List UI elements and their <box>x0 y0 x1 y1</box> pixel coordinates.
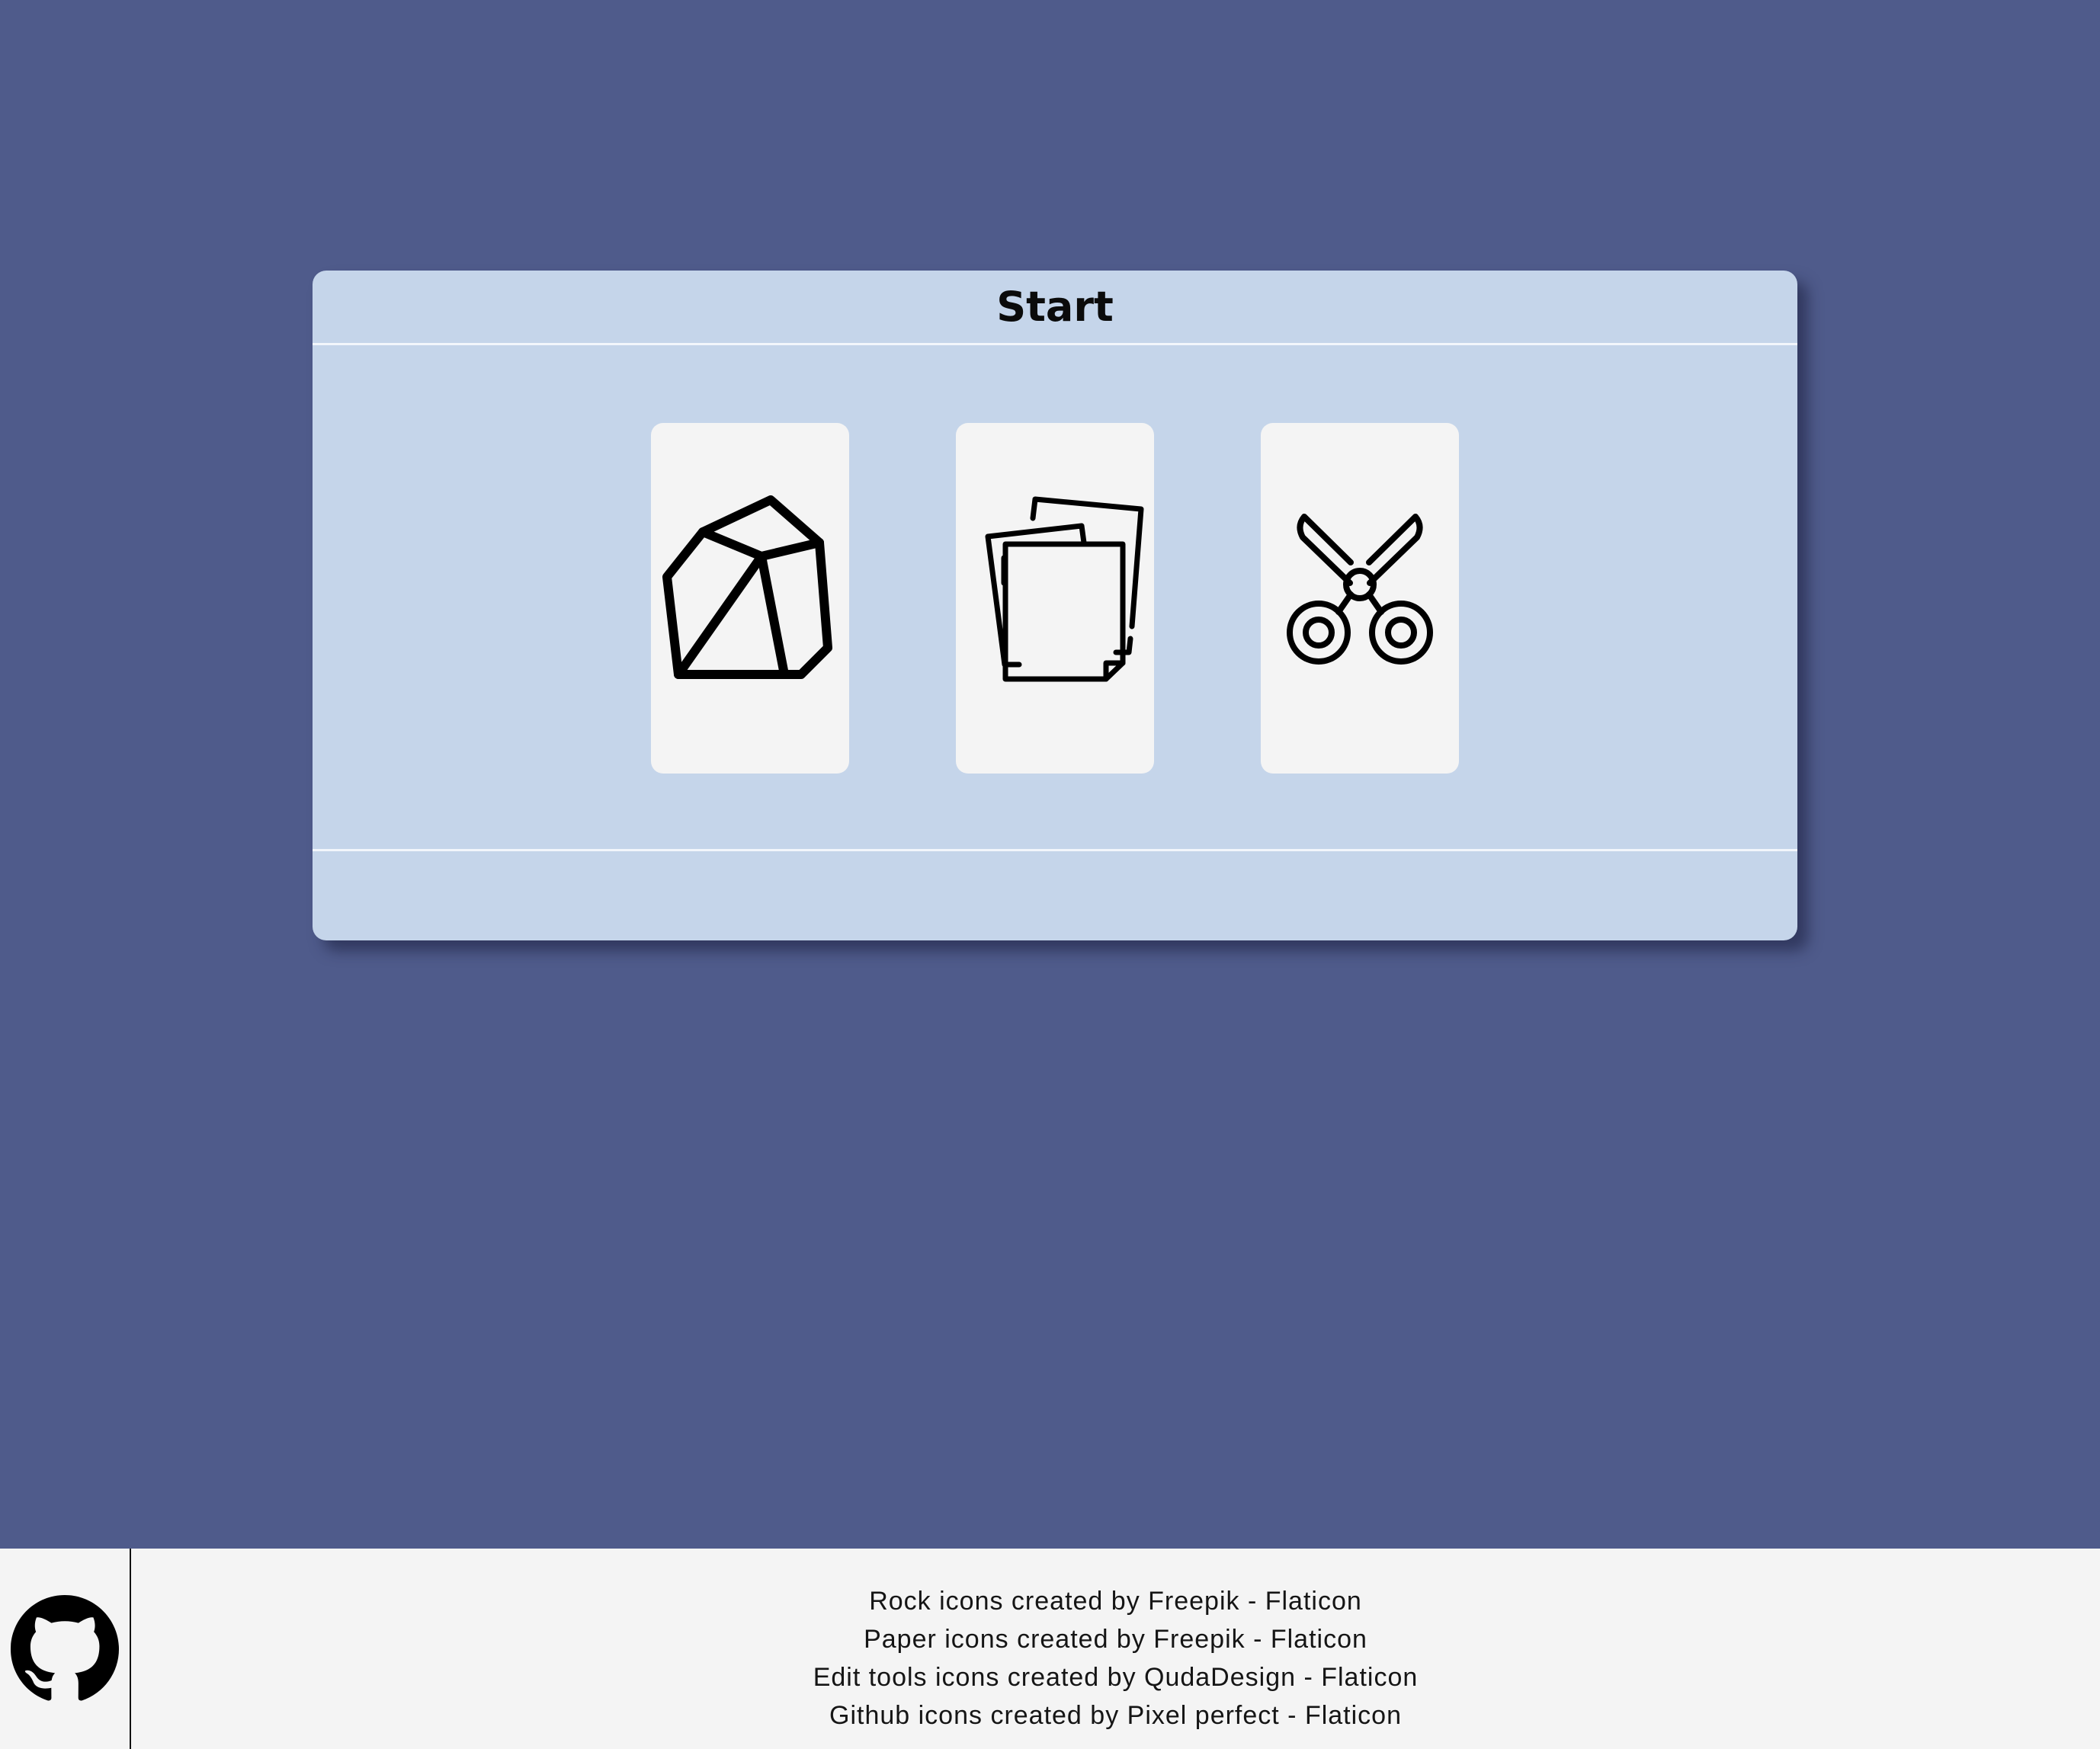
paper-icon <box>985 496 1144 682</box>
scissors-icon <box>1287 514 1433 665</box>
github-link[interactable] <box>0 1549 131 1749</box>
credit-github: Github icons created by Pixel perfect - … <box>829 1701 1402 1730</box>
page: Start Rock icons created by Freepik - Fl… <box>0 0 2100 1749</box>
rock-icon <box>662 495 832 679</box>
credit-scissors: Edit tools icons created by QudaDesign -… <box>813 1663 1419 1692</box>
credits: Rock icons created by Freepik - Flaticon… <box>131 1582 2100 1735</box>
github-icon <box>11 1594 119 1700</box>
game-panel: Start <box>313 271 1797 940</box>
choice-list <box>313 423 1797 774</box>
game-title: Start <box>996 283 1114 331</box>
credit-paper: Paper icons created by Freepik - Flatico… <box>864 1625 1367 1654</box>
panel-header: Start <box>313 271 1797 345</box>
rock-button[interactable] <box>651 423 849 774</box>
footer: Rock icons created by Freepik - Flaticon… <box>0 1549 2100 1749</box>
credit-rock: Rock icons created by Freepik - Flaticon <box>869 1587 1362 1616</box>
scissors-button[interactable] <box>1261 423 1459 774</box>
panel-footer <box>313 849 1797 940</box>
paper-button[interactable] <box>956 423 1154 774</box>
